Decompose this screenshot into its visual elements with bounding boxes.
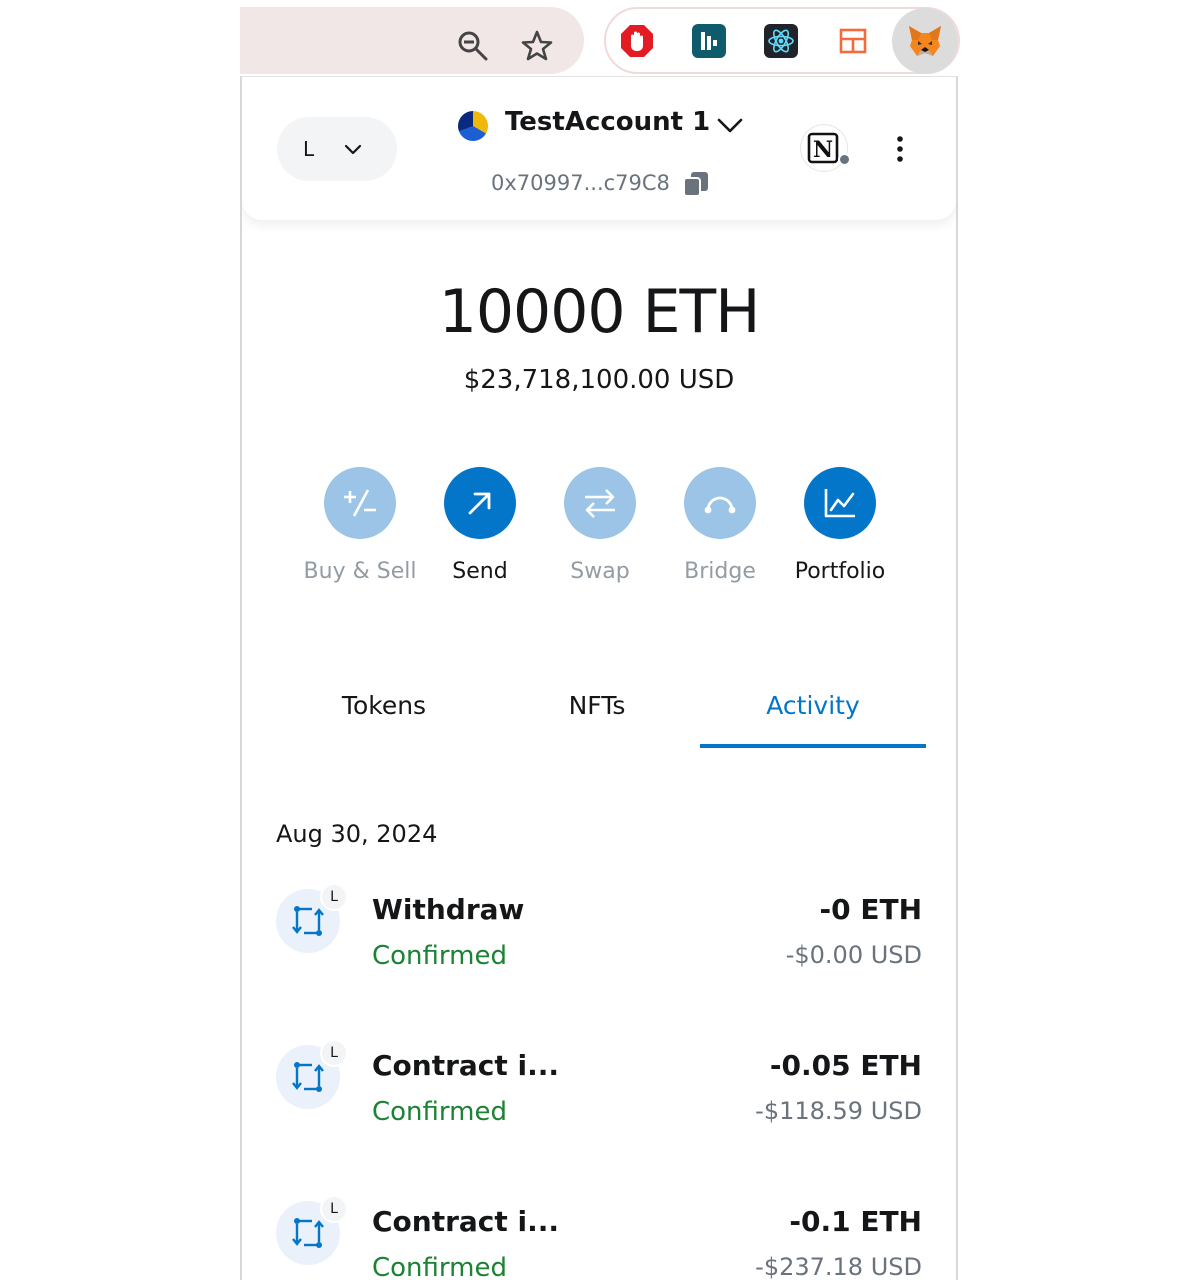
activity-date-heading: Aug 30, 2024 bbox=[276, 820, 438, 848]
transaction-status: Confirmed bbox=[372, 1097, 507, 1127]
bridge-button[interactable]: Bridge bbox=[655, 467, 785, 584]
browser-toolbar bbox=[240, 0, 960, 78]
transaction-amount: -0.05 ETH bbox=[769, 1049, 922, 1082]
arrow-up-right-icon bbox=[444, 467, 516, 539]
chevron-down-icon bbox=[344, 144, 362, 155]
bookmark-extension-icon[interactable] bbox=[692, 24, 726, 58]
send-button[interactable]: Send bbox=[415, 467, 545, 584]
swap-arrows-icon bbox=[564, 467, 636, 539]
wallet-popup: L TestAccount 1 0x70997...c79C8 N 10000 … bbox=[240, 76, 958, 1280]
account-address[interactable]: 0x70997...c79C8 bbox=[491, 171, 670, 195]
metamask-extension-button[interactable] bbox=[892, 8, 958, 74]
buy-sell-button[interactable]: Buy & Sell bbox=[295, 467, 425, 584]
more-options-icon[interactable] bbox=[890, 133, 910, 165]
account-name[interactable]: TestAccount 1 bbox=[505, 107, 710, 137]
transaction-status: Confirmed bbox=[372, 1253, 507, 1280]
transaction-row[interactable]: L Contract i... Confirmed -0.1 ETH -$237… bbox=[242, 1195, 956, 1280]
balance-eth: 10000 ETH bbox=[438, 277, 761, 347]
connection-status-dot bbox=[838, 153, 851, 166]
balance-usd: $23,718,100.00 USD bbox=[463, 365, 735, 395]
metamask-fox-icon bbox=[909, 26, 941, 56]
adblock-extension-icon[interactable] bbox=[620, 24, 654, 58]
transaction-fiat: -$237.18 USD bbox=[755, 1253, 922, 1280]
send-label: Send bbox=[452, 559, 508, 584]
bridge-label: Bridge bbox=[684, 559, 756, 584]
active-tab-indicator bbox=[700, 744, 926, 748]
swap-button[interactable]: Swap bbox=[535, 467, 665, 584]
transaction-title: Withdraw bbox=[372, 893, 525, 926]
portfolio-label: Portfolio bbox=[794, 559, 886, 584]
swap-label: Swap bbox=[570, 559, 630, 584]
transaction-amount: -0.1 ETH bbox=[789, 1205, 922, 1238]
network-badge: L bbox=[320, 1039, 348, 1067]
transaction-fiat: -$0.00 USD bbox=[785, 941, 922, 969]
account-header: L TestAccount 1 0x70997...c79C8 N bbox=[242, 77, 956, 220]
layout-extension-icon[interactable] bbox=[836, 24, 870, 58]
transaction-row[interactable]: L Contract i... Confirmed -0.05 ETH -$11… bbox=[242, 1039, 956, 1155]
tab-tokens[interactable]: Tokens bbox=[302, 691, 466, 720]
tab-activity[interactable]: Activity bbox=[700, 691, 926, 720]
transaction-amount: -0 ETH bbox=[819, 893, 922, 926]
transaction-fiat: -$118.59 USD bbox=[755, 1097, 922, 1125]
account-menu-chevron-icon[interactable] bbox=[716, 115, 744, 137]
account-avatar[interactable] bbox=[458, 111, 488, 141]
transaction-status: Confirmed bbox=[372, 941, 507, 971]
transaction-title: Contract i... bbox=[372, 1049, 560, 1082]
tab-nfts[interactable]: NFTs bbox=[522, 691, 672, 720]
buy-sell-label: Buy & Sell bbox=[303, 559, 417, 584]
chart-icon bbox=[804, 467, 876, 539]
network-badge: L bbox=[320, 1195, 348, 1223]
network-picker[interactable]: L bbox=[277, 117, 397, 181]
bridge-icon bbox=[684, 467, 756, 539]
bookmark-star-icon[interactable] bbox=[520, 29, 554, 63]
portfolio-button[interactable]: Portfolio bbox=[775, 467, 905, 584]
copy-icon[interactable] bbox=[683, 171, 709, 197]
plus-minus-icon bbox=[324, 467, 396, 539]
zoom-out-icon[interactable] bbox=[456, 29, 490, 63]
network-avatar: L bbox=[303, 137, 315, 161]
omnibox[interactable] bbox=[240, 7, 584, 74]
network-badge: L bbox=[320, 883, 348, 911]
site-letter: N bbox=[813, 137, 833, 163]
transaction-title: Contract i... bbox=[372, 1205, 560, 1238]
transaction-row[interactable]: L Withdraw Confirmed -0 ETH -$0.00 USD bbox=[242, 883, 956, 999]
react-devtools-extension-icon[interactable] bbox=[764, 24, 798, 58]
